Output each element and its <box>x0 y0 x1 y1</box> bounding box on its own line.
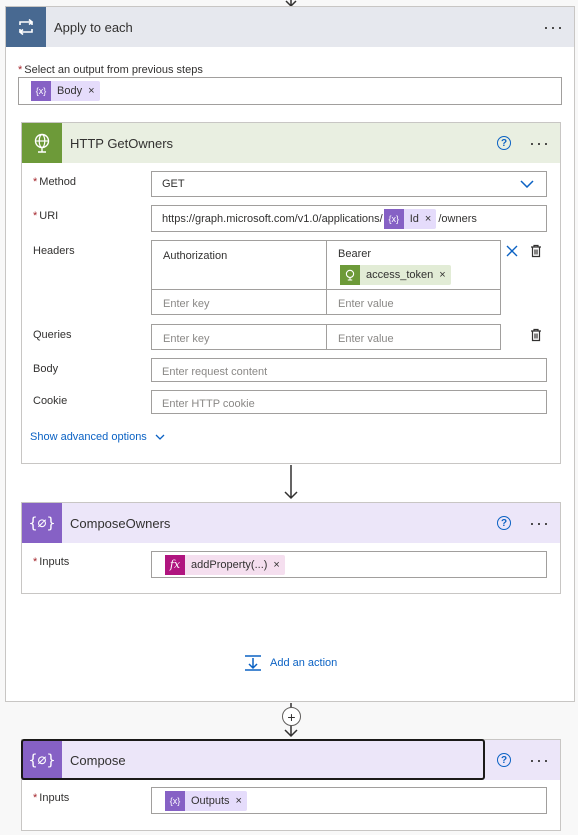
card-title: ComposeOwners <box>70 515 171 531</box>
cookie-label: Cookie <box>33 395 68 407</box>
remove-token-icon[interactable]: × <box>236 795 242 807</box>
dynamic-content-token[interactable]: {x} Outputs × <box>165 790 247 811</box>
dynamic-content-token[interactable]: access_token × <box>340 265 451 285</box>
dynamic-content-token[interactable]: {x} Body × <box>31 81 100 101</box>
add-action-icon <box>245 655 261 671</box>
remove-token-icon[interactable]: × <box>88 85 94 97</box>
queries-label: Queries <box>33 329 72 341</box>
more-options-icon[interactable]: ··· <box>543 18 564 36</box>
select-output-field[interactable]: {x} Body × <box>18 77 562 105</box>
http-card-header[interactable]: HTTP GetOwners ? ··· <box>22 123 560 163</box>
card-title: HTTP GetOwners <box>70 135 174 151</box>
compose-owners-header[interactable]: {∅} ComposeOwners ? ··· <box>22 503 560 543</box>
inputs-field[interactable]: {x} Outputs × <box>151 787 547 814</box>
method-label: * Method <box>33 176 76 188</box>
more-options-icon[interactable]: ··· <box>529 134 550 152</box>
curly-braces-icon: {∅} <box>22 740 62 780</box>
variable-icon: {x} <box>165 790 185 811</box>
card-title: Apply to each <box>54 19 133 35</box>
remove-token-icon[interactable]: × <box>273 559 279 571</box>
chevron-down-icon <box>155 434 165 440</box>
select-output-label: * Select an output from previous steps <box>18 64 203 76</box>
inputs-label: * Inputs <box>33 792 70 804</box>
show-advanced-options-link[interactable]: Show advanced options <box>30 431 165 443</box>
headers-label: Headers <box>33 245 75 257</box>
help-icon[interactable]: ? <box>497 753 512 767</box>
more-options-icon[interactable]: ··· <box>529 514 550 532</box>
globe-icon <box>340 265 360 285</box>
function-icon: fx <box>165 554 185 575</box>
globe-icon <box>22 123 62 163</box>
remove-token-icon[interactable]: × <box>439 269 445 281</box>
apply-to-each-header[interactable]: Apply to each ··· <box>6 7 574 47</box>
trash-icon[interactable] <box>529 244 543 258</box>
variable-icon: {x} <box>31 81 51 101</box>
add-action-button[interactable]: Add an action <box>244 654 337 672</box>
query-value-field[interactable]: Enter value <box>326 324 501 350</box>
cookie-field[interactable]: Enter HTTP cookie <box>151 390 547 414</box>
remove-token-icon[interactable]: × <box>425 213 431 225</box>
dynamic-content-token[interactable]: {x} Id × <box>383 208 437 229</box>
more-options-icon[interactable]: ··· <box>529 751 550 769</box>
body-field[interactable]: Enter request content <box>151 358 547 382</box>
help-icon[interactable]: ? <box>497 136 512 150</box>
chevron-down-icon <box>520 180 534 188</box>
method-dropdown[interactable]: GET <box>151 171 547 197</box>
loop-icon <box>6 7 46 47</box>
body-label: Body <box>33 363 59 375</box>
header-value-field[interactable]: Bearer access_token × <box>326 240 501 290</box>
insert-step-plus-icon[interactable]: + <box>282 707 301 726</box>
query-key-field[interactable]: Enter key <box>151 324 327 350</box>
curly-braces-icon: {∅} <box>22 503 62 543</box>
header-value-field[interactable]: Enter value <box>326 289 501 315</box>
inputs-label: * Inputs <box>33 556 70 568</box>
uri-label: * URI <box>33 210 59 222</box>
variable-icon: {x} <box>383 208 404 229</box>
trash-icon[interactable] <box>529 328 543 342</box>
uri-field[interactable]: https://graph.microsoft.com/v1.0/applica… <box>151 205 547 232</box>
inputs-field[interactable]: fx addProperty(...) × <box>151 551 547 578</box>
expression-token[interactable]: fx addProperty(...) × <box>165 554 285 575</box>
card-title: Compose <box>70 752 126 768</box>
header-key-field[interactable]: Authorization <box>151 240 327 290</box>
close-icon[interactable] <box>506 245 518 257</box>
help-icon[interactable]: ? <box>497 516 512 530</box>
compose-header[interactable]: {∅} Compose ? ··· <box>22 740 560 780</box>
arrow-down-icon <box>284 465 298 500</box>
header-key-field[interactable]: Enter key <box>151 289 327 315</box>
